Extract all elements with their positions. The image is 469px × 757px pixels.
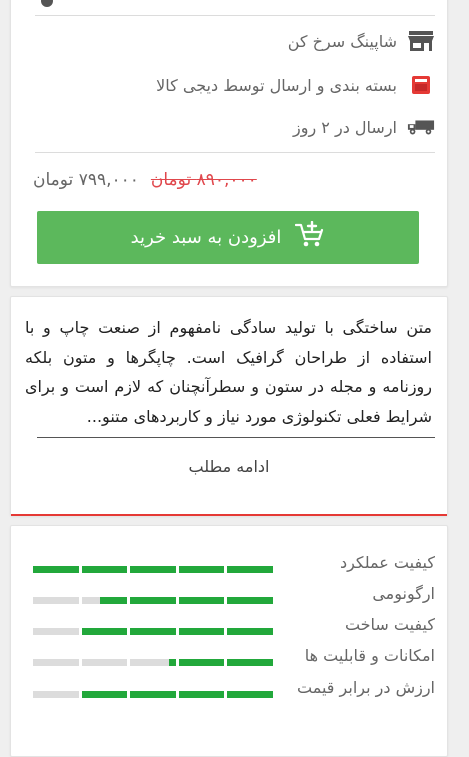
rating-segment: [178, 659, 225, 666]
rating-fill: [178, 628, 225, 635]
rating-segment: [227, 566, 273, 573]
rating-label: ارزش در برابر قیمت: [297, 678, 435, 697]
rating-bar: [33, 597, 273, 604]
shipping-label-seller: شاپینگ سرخ کن: [287, 31, 397, 51]
rating-segment: [33, 597, 79, 604]
rating-fill: [130, 691, 176, 698]
rating-fill: [130, 628, 176, 635]
box-icon: [407, 73, 435, 97]
rating-fill: [81, 628, 128, 635]
store-icon: [407, 29, 435, 53]
shipping-label-packaging: بسته بندی و ارسال توسط دیجی کالا: [156, 75, 397, 95]
rating-segment: [178, 628, 225, 635]
rating-label: ارگونومی: [372, 584, 435, 603]
read-more-button[interactable]: ادامه مطلب: [11, 457, 447, 476]
rating-fill: [227, 628, 273, 635]
shipping-row-delivery: ارسال در ۲ روز: [293, 115, 435, 139]
rating-segment: [130, 597, 176, 604]
rating-fill: [168, 659, 176, 666]
description-card: متن ساختگی با تولید سادگی نامفهوم از صنع…: [10, 296, 448, 516]
rating-fill: [99, 597, 128, 604]
rating-fill: [227, 597, 273, 604]
rating-segment: [227, 628, 273, 635]
rating-segment: [178, 566, 225, 573]
rating-fill: [178, 566, 225, 573]
product-description: متن ساختگی با تولید سادگی نامفهوم از صنع…: [25, 318, 432, 426]
rating-fill: [227, 691, 273, 698]
rating-fill: [130, 597, 176, 604]
rating-fill: [130, 566, 176, 573]
rating-bar: [33, 566, 273, 573]
product-purchase-card: شاپینگ سرخ کن بسته بندی و ارسال توسط دیج…: [10, 0, 448, 287]
partial-top-icon: [41, 0, 53, 7]
rating-row: ارگونومی: [33, 584, 435, 606]
rating-segment: [33, 691, 79, 698]
rating-segment: [81, 659, 128, 666]
rating-segment: [33, 659, 79, 666]
truck-icon: [407, 115, 435, 139]
rating-segment: [130, 628, 176, 635]
rating-fill: [33, 566, 79, 573]
add-to-cart-label: افزودن به سبد خرید: [130, 227, 282, 248]
rating-segment: [227, 597, 273, 604]
shipping-row-seller: شاپینگ سرخ کن: [288, 29, 435, 53]
rating-segment: [130, 691, 176, 698]
rating-row: ارزش در برابر قیمت: [33, 678, 435, 700]
divider: [37, 437, 435, 438]
rating-label: کیفیت ساخت: [344, 615, 435, 634]
cart-plus-icon: [295, 220, 325, 254]
rating-segment: [178, 691, 225, 698]
shipping-row-packaging: بسته بندی و ارسال توسط دیجی کالا: [156, 73, 435, 97]
accent-border: [11, 514, 447, 516]
rating-segment: [130, 659, 176, 666]
rating-fill: [178, 659, 225, 666]
rating-segment: [81, 628, 128, 635]
rating-segment: [81, 597, 128, 604]
rating-label: کیفیت عملکرد: [339, 553, 435, 572]
rating-segment: [33, 628, 79, 635]
price-block: ۸۹۰,۰۰۰ تومان ۷۹۹,۰۰۰ تومان: [33, 170, 257, 190]
shipping-label-delivery: ارسال در ۲ روز: [293, 117, 397, 137]
rating-fill: [227, 566, 273, 573]
rating-segment: [227, 691, 273, 698]
rating-bar: [33, 691, 273, 698]
rating-fill: [81, 566, 128, 573]
current-price: ۷۹۹,۰۰۰ تومان: [33, 170, 139, 190]
divider: [35, 152, 435, 153]
rating-row: امکانات و قابلیت ها: [33, 646, 435, 668]
old-price: ۸۹۰,۰۰۰ تومان: [150, 170, 257, 190]
rating-bar: [33, 628, 273, 635]
rating-fill: [81, 691, 128, 698]
rating-segment: [33, 566, 79, 573]
rating-label: امکانات و قابلیت ها: [304, 646, 435, 665]
rating-segment: [178, 597, 225, 604]
rating-segment: [130, 566, 176, 573]
rating-fill: [178, 691, 225, 698]
rating-fill: [227, 659, 273, 666]
ratings-card: کیفیت عملکرد ارگونومی کیفیت ساخت امکانات و …: [10, 525, 448, 757]
divider: [35, 15, 435, 16]
rating-row: کیفیت ساخت: [33, 615, 435, 637]
rating-segment: [227, 659, 273, 666]
rating-segment: [81, 566, 128, 573]
add-to-cart-button[interactable]: افزودن به سبد خرید: [37, 211, 419, 264]
rating-segment: [81, 691, 128, 698]
rating-fill: [178, 597, 225, 604]
rating-row: کیفیت عملکرد: [33, 553, 435, 575]
rating-bar: [33, 659, 273, 666]
